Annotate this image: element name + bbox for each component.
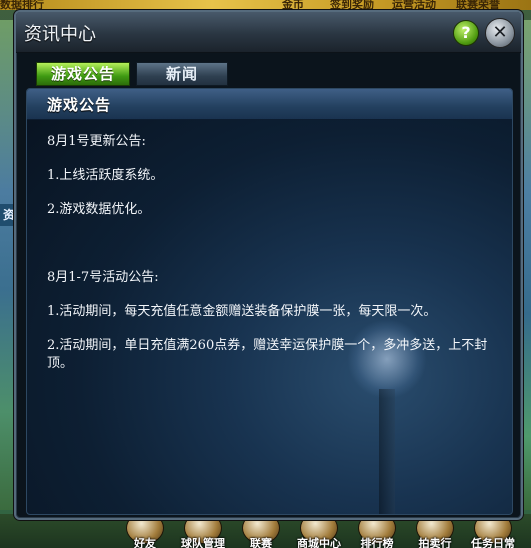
close-icon: ✕ — [492, 22, 508, 43]
news-center-dialog: 资讯中心 ? ✕ 游戏公告 新闻 游戏公告 8月1号更新公告: 1.上线活跃度系… — [14, 10, 523, 520]
stadium-light-tower — [379, 389, 395, 514]
dock-label: 球队管理 — [181, 537, 225, 548]
announcement-line: 2.活动期间，单日充值满260点券，赠送幸运保护膜一个，多冲多送，上不封顶。 — [47, 338, 488, 371]
help-button[interactable]: ? — [453, 20, 479, 46]
dock-label: 商城中心 — [297, 537, 341, 548]
section-header: 游戏公告 — [27, 89, 512, 120]
dock-label: 好友 — [134, 537, 156, 548]
announcement-line: 1.活动期间，每天充值任意金额赠送装备保护膜一张，每天限一次。 — [47, 304, 437, 319]
tab-game-announcements[interactable]: 游戏公告 — [36, 62, 131, 86]
dock-label: 任务日常 — [471, 537, 515, 548]
top-menu-strip: 数据排行 金币 签到奖励 运营活动 联赛荣誉 — [0, 0, 531, 11]
announcement-line: 2.游戏数据优化。 — [47, 202, 151, 217]
announcement-body: 8月1号更新公告: 1.上线活跃度系统。 2.游戏数据优化。 8月1-7号活动公… — [27, 119, 512, 373]
tab-label: 游戏公告 — [51, 65, 116, 83]
question-mark-icon: ? — [461, 23, 471, 42]
announcement-panel: 游戏公告 8月1号更新公告: 1.上线活跃度系统。 2.游戏数据优化。 8月1-… — [26, 88, 513, 515]
dock-label: 排行榜 — [360, 537, 394, 548]
dialog-titlebar[interactable]: 资讯中心 ? ✕ — [16, 12, 521, 53]
announcement-heading: 8月1号更新公告: — [47, 134, 146, 149]
dock-label: 拍卖行 — [418, 537, 452, 548]
announcement-line: 1.上线活跃度系统。 — [47, 168, 164, 183]
tab-bar: 游戏公告 新闻 — [36, 62, 229, 88]
section-title: 游戏公告 — [47, 96, 112, 114]
dialog-title: 资讯中心 — [24, 24, 96, 45]
announcement-heading: 8月1-7号活动公告: — [47, 270, 159, 285]
tab-news[interactable]: 新闻 — [136, 62, 229, 86]
dock-label: 联赛 — [250, 537, 272, 548]
tab-label: 新闻 — [166, 65, 199, 83]
close-button[interactable]: ✕ — [485, 18, 515, 48]
